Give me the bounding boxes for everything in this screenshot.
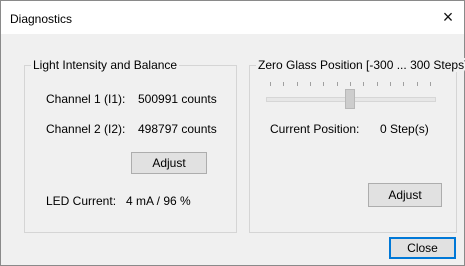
window-title: Diagnostics [10,12,73,26]
slider-tick [323,82,324,86]
light-intensity-group: Light Intensity and Balance Channel 1 (I… [24,58,237,233]
current-position-label: Current Position: [270,122,360,136]
slider-thumb[interactable] [345,89,355,109]
channel2-label: Channel 2 (I2): [46,122,126,136]
zero-glass-legend: Zero Glass Position [-300 ... 300 Steps] [256,58,465,72]
slider-tick [310,82,311,86]
close-icon[interactable]: × [438,8,458,28]
led-current-label: LED Current: [46,194,117,208]
zero-glass-group: Zero Glass Position [-300 ... 300 Steps]… [249,58,465,233]
channel2-value: 498797 counts [138,122,217,136]
slider-tick [390,82,391,86]
slider-tick [417,82,418,86]
light-intensity-legend: Light Intensity and Balance [31,58,180,72]
led-current-value: 4 mA / 96 % [126,194,191,208]
channel1-label: Channel 1 (I1): [46,92,126,106]
slider-tick [270,82,271,86]
slider-tick [430,82,431,86]
position-slider[interactable] [266,80,436,110]
slider-tick [297,82,298,86]
slider-tick [363,82,364,86]
slider-tick [403,82,404,86]
title-bar: Diagnostics × [1,1,464,34]
slider-tick [283,82,284,86]
light-adjust-button[interactable]: Adjust [131,152,207,174]
channel1-value: 500991 counts [138,92,217,106]
slider-tick [337,82,338,86]
close-button[interactable]: Close [389,237,456,259]
zero-adjust-button[interactable]: Adjust [368,183,442,207]
diagnostics-window: Diagnostics × Light Intensity and Balanc… [0,0,465,266]
slider-tick [350,82,351,86]
slider-tick [377,82,378,86]
current-position-value: 0 Step(s) [380,122,429,136]
